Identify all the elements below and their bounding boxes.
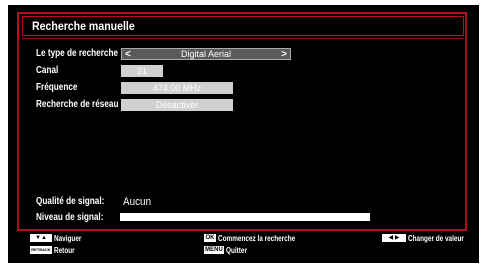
signal-level-bar	[120, 213, 370, 221]
search-type-selector[interactable]: < Digital Aerial >	[121, 48, 291, 60]
network-search-label: Recherche de réseau	[36, 99, 119, 110]
left-right-key: ◀ ▶	[382, 234, 406, 242]
frequency-label: Fréquence	[36, 82, 78, 93]
right-arrow-icon[interactable]: >	[281, 49, 287, 60]
ok-key: OK	[204, 234, 216, 242]
signal-level-label: Niveau de signal:	[36, 212, 104, 223]
signal-quality-value: Aucun	[123, 196, 152, 208]
page-title: Recherche manuelle	[32, 19, 135, 33]
channel-field[interactable]: 21	[121, 65, 163, 77]
left-arrow-icon[interactable]: <	[125, 49, 131, 60]
back-hint: Retour	[54, 246, 75, 255]
search-type-label: Le type de recherche	[36, 48, 119, 59]
signal-quality-label: Qualité de signal:	[36, 196, 105, 207]
ok-hint: Commencez la recherche	[218, 234, 296, 243]
network-search-field[interactable]: Désactiver	[121, 99, 233, 111]
back-key: RETBACK	[30, 246, 52, 254]
frequency-field[interactable]: 474.00 MHz	[121, 82, 233, 94]
search-type-value: Digital Aerial	[180, 49, 232, 59]
title-divider	[22, 38, 464, 39]
channel-label: Canal	[36, 65, 59, 76]
navigate-hint: Naviguer	[54, 234, 82, 243]
menu-key: MENU	[204, 246, 224, 254]
change-value-hint: Changer de valeur	[408, 234, 464, 243]
navigate-key: ▼▲	[30, 234, 52, 242]
menu-hint: Quitter	[226, 246, 247, 255]
